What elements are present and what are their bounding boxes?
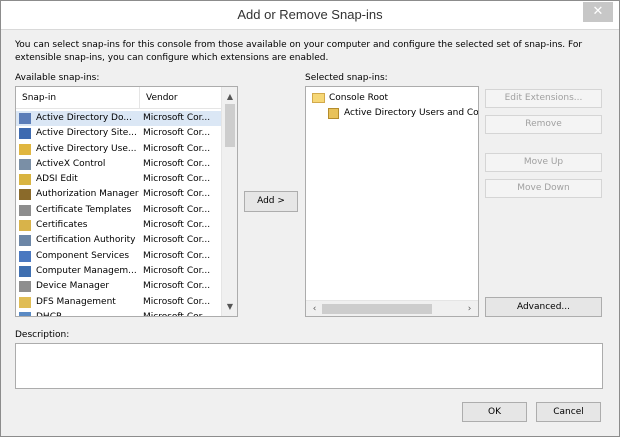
snapin-vendor: Microsoft Cor... [143, 143, 211, 154]
tree-item-label: Console Root [329, 93, 388, 103]
cert-authority-icon [19, 235, 31, 247]
title-bar: Add or Remove Snap-ins ✕ [1, 1, 619, 30]
snapin-name: DHCP [36, 311, 62, 317]
ad-sites-icon [19, 128, 31, 140]
dhcp-icon [19, 311, 31, 316]
list-item[interactable]: ActiveX Control Microsoft Cor... [16, 157, 221, 172]
move-down-button[interactable]: Move Down [485, 179, 602, 198]
selected-snapins-tree[interactable]: Console Root Active Directory Users and … [305, 86, 479, 317]
list-item[interactable]: Active Directory Site... Microsoft Cor... [16, 126, 221, 141]
snapin-name: DFS Management [36, 296, 116, 307]
snapin-vendor: Microsoft Cor... [143, 250, 211, 261]
snapin-vendor: Microsoft Cor... [143, 311, 211, 317]
snapin-vendor: Microsoft Cor... [143, 265, 211, 276]
snapin-name: Active Directory Do... [36, 113, 132, 123]
list-item[interactable]: Certificate Templates Microsoft Cor... [16, 203, 221, 218]
snapin-vendor: Microsoft Cor... [143, 158, 211, 169]
list-item[interactable]: DHCP Microsoft Cor... [16, 310, 221, 317]
list-item[interactable]: ADSI Edit Microsoft Cor... [16, 172, 221, 187]
computer-mgmt-icon [19, 265, 31, 277]
list-item[interactable]: Active Directory Do... Microsoft Cor... [16, 111, 221, 127]
list-item[interactable]: Active Directory Use... Microsoft Cor... [16, 142, 221, 157]
activex-icon [19, 158, 31, 170]
available-snapins-label: Available snap-ins: [15, 73, 100, 83]
ad-users-icon [328, 108, 339, 119]
dialog-title: Add or Remove Snap-ins [237, 7, 383, 22]
vertical-scrollbar[interactable]: ▲ ▼ [221, 87, 237, 316]
snapin-vendor: Microsoft Cor... [143, 128, 211, 139]
snapin-vendor: Microsoft Cor... [143, 174, 211, 185]
scroll-right-icon[interactable]: › [462, 301, 477, 316]
snapin-name: Component Services [36, 250, 130, 261]
tree-item-label: Active Directory Users and Com [344, 108, 479, 118]
list-item[interactable]: Device Manager Microsoft Cor... [16, 279, 221, 294]
snapin-vendor: Microsoft Cor... [143, 204, 211, 215]
edit-extensions-button[interactable]: Edit Extensions... [485, 89, 602, 108]
advanced-button[interactable]: Advanced... [485, 297, 602, 317]
selected-snapins-label: Selected snap-ins: [305, 73, 388, 83]
list-item[interactable]: Computer Managem... Microsoft Cor... [16, 264, 221, 279]
ad-domains-icon [19, 113, 31, 124]
authorization-icon [19, 189, 31, 201]
available-snapins-list[interactable]: Snap-in Vendor Active Directory Do... Mic… [15, 86, 238, 317]
available-rows: Active Directory Do... Microsoft Cor... Ac… [16, 111, 221, 316]
list-item[interactable]: Certification Authority Microsoft Cor... [16, 233, 221, 248]
description-box [15, 343, 603, 389]
remove-button[interactable]: Remove [485, 115, 602, 134]
horizontal-scrollbar[interactable]: ‹ › [306, 300, 478, 316]
component-services-icon [19, 250, 31, 262]
snapin-vendor: Microsoft Cor... [143, 220, 211, 231]
list-item[interactable]: Authorization Manager Microsoft Cor... [16, 187, 221, 202]
dfs-icon [19, 296, 31, 308]
snapin-name: Certificates [36, 220, 88, 231]
snapin-vendor: Microsoft Cor... [143, 189, 211, 200]
certificates-icon [19, 220, 31, 232]
snapin-name: ADSI Edit [36, 174, 78, 185]
scroll-thumb[interactable] [225, 104, 235, 147]
cancel-button[interactable]: Cancel [536, 402, 601, 422]
snapin-name: ActiveX Control [36, 158, 106, 169]
ok-button[interactable]: OK [462, 402, 527, 422]
snapin-name: Active Directory Site... [36, 128, 137, 139]
snapin-name: Active Directory Use... [36, 143, 137, 154]
list-item[interactable]: Certificates Microsoft Cor... [16, 218, 221, 233]
scroll-up-icon[interactable]: ▲ [222, 89, 237, 104]
snapin-name: Certification Authority [36, 235, 136, 246]
snapin-name: Computer Managem... [36, 265, 137, 276]
snapin-name: Device Manager [36, 281, 110, 292]
move-up-button[interactable]: Move Up [485, 153, 602, 172]
list-item[interactable]: DFS Management Microsoft Cor... [16, 295, 221, 310]
snapin-vendor: Microsoft Cor... [143, 235, 211, 246]
close-icon: ✕ [592, 4, 604, 19]
description-label: Description: [15, 330, 70, 340]
list-header: Snap-in Vendor [16, 87, 221, 109]
snapin-name: Authorization Manager [36, 189, 139, 200]
ad-users-icon [19, 143, 31, 155]
snapin-name: Certificate Templates [36, 204, 132, 215]
column-header-snapin[interactable]: Snap-in [16, 87, 140, 109]
snapin-vendor: Microsoft Cor... [143, 113, 211, 123]
list-item[interactable]: Component Services Microsoft Cor... [16, 249, 221, 264]
snapin-vendor: Microsoft Cor... [143, 281, 211, 292]
scroll-left-icon[interactable]: ‹ [307, 301, 322, 316]
device-manager-icon [19, 281, 31, 293]
instructions-text: You can select snap-ins for this console… [15, 40, 583, 63]
cert-templates-icon [19, 204, 31, 216]
close-button[interactable]: ✕ [583, 2, 613, 22]
column-header-vendor[interactable]: Vendor [140, 87, 223, 109]
add-button[interactable]: Add > [244, 191, 298, 212]
scroll-down-icon[interactable]: ▼ [222, 299, 237, 314]
adsi-edit-icon [19, 174, 31, 186]
snapin-vendor: Microsoft Cor... [143, 296, 211, 307]
folder-icon [312, 93, 325, 103]
dialog-window: Add or Remove Snap-ins ✕ You can select … [0, 0, 620, 437]
scroll-thumb[interactable] [322, 304, 432, 314]
